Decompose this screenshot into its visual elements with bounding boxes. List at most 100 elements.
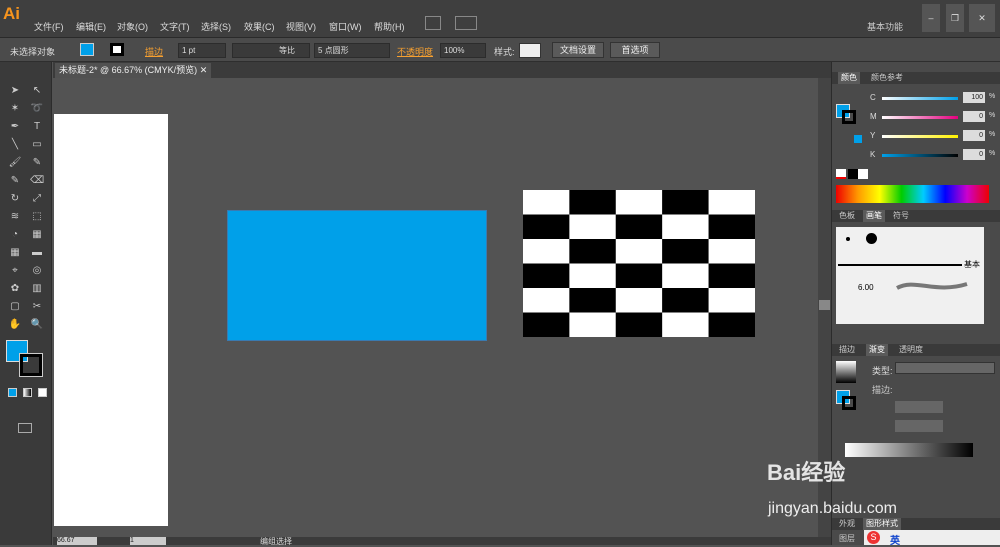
rectangle-tool-icon[interactable]: ▭: [30, 138, 44, 152]
menu-item-6[interactable]: 视图(V): [286, 20, 316, 33]
blob-brush-tool-icon[interactable]: ✎: [8, 174, 22, 188]
tab-color[interactable]: 颜色: [838, 72, 860, 84]
gradient-preview[interactable]: [836, 361, 856, 383]
fill-swatch[interactable]: [80, 43, 94, 56]
rotate-tool-icon[interactable]: ↻: [8, 192, 22, 206]
artboard[interactable]: [54, 114, 168, 526]
menu-item-1[interactable]: 编辑(E): [76, 20, 106, 33]
channel-Y-slider[interactable]: [882, 135, 958, 138]
shape-builder-tool-icon[interactable]: ◔: [8, 228, 22, 242]
gradient-stroke-swatch[interactable]: [842, 396, 856, 410]
menu-item-4[interactable]: 选择(S): [201, 20, 231, 33]
stroke-profile-select[interactable]: 等比: [232, 43, 310, 58]
stroke-weight-field[interactable]: 1 pt: [178, 43, 226, 58]
zoom-tool-icon[interactable]: 🔍: [30, 318, 44, 332]
menu-item-7[interactable]: 窗口(W): [329, 20, 362, 33]
slice-tool-icon[interactable]: ✂: [30, 300, 44, 314]
hand-tool-icon[interactable]: ✋: [8, 318, 22, 332]
tab-layers[interactable]: 图层: [836, 533, 858, 545]
pen-tool-icon[interactable]: ✒: [8, 120, 22, 134]
basic-brush-stroke[interactable]: [838, 264, 962, 266]
workspace-switcher[interactable]: 基本功能: [867, 20, 903, 33]
stroke-label[interactable]: 描边: [145, 45, 163, 58]
graphic-style-swatch[interactable]: [519, 43, 541, 58]
gradient-slider[interactable]: [845, 443, 973, 457]
stroke-color-box[interactable]: [19, 353, 43, 377]
bridge-icon[interactable]: [425, 16, 441, 30]
gradient-mode-icon[interactable]: [23, 388, 32, 397]
tab-transparency[interactable]: 透明度: [896, 344, 926, 356]
tab-swatches[interactable]: 色板: [836, 210, 858, 222]
scale-tool-icon[interactable]: ⤢: [30, 192, 44, 206]
checkerboard-pattern[interactable]: [523, 190, 755, 337]
white-swatch[interactable]: [858, 169, 868, 179]
menu-item-0[interactable]: 文件(F): [34, 20, 64, 33]
tab-gradient[interactable]: 渐变: [866, 344, 888, 356]
tab-appearance[interactable]: 外观: [836, 518, 858, 530]
close-button[interactable]: ✕: [969, 4, 995, 32]
blue-rectangle[interactable]: [227, 210, 487, 341]
pencil-tool-icon[interactable]: ✎: [30, 156, 44, 170]
channel-Y-value[interactable]: 0: [963, 130, 985, 141]
document-tab[interactable]: 未标题-2* @ 66.67% (CMYK/预览) ✕: [55, 63, 212, 78]
brush-dot-small[interactable]: [846, 237, 850, 241]
minimize-button[interactable]: –: [922, 4, 940, 32]
column-graph-tool-icon[interactable]: ▥: [30, 282, 44, 296]
color-spectrum[interactable]: [836, 185, 989, 203]
color-mode-icon[interactable]: [8, 388, 17, 397]
brush-dot-large[interactable]: [866, 233, 877, 244]
brush-select[interactable]: 5 点圆形: [314, 43, 390, 58]
width-tool-icon[interactable]: ≋: [8, 210, 22, 224]
type-tool-icon[interactable]: T: [30, 120, 44, 134]
magic-wand-tool-icon[interactable]: ✶: [8, 102, 22, 116]
channel-C-slider[interactable]: [882, 97, 958, 100]
artboard-nav-field[interactable]: 1: [130, 537, 166, 545]
channel-M-slider[interactable]: [882, 116, 958, 119]
close-tab-icon[interactable]: ✕: [200, 65, 208, 75]
document-setup-button[interactable]: 文档设置: [552, 42, 604, 58]
blend-tool-icon[interactable]: ◎: [30, 264, 44, 278]
screen-mode-icon[interactable]: [18, 423, 32, 433]
gradient-tool-icon[interactable]: ▬: [30, 246, 44, 260]
stroke-swatch[interactable]: [110, 43, 124, 56]
gradient-angle-field[interactable]: [895, 401, 943, 413]
out-of-gamut-swatch[interactable]: [854, 135, 862, 143]
arrange-docs-icon[interactable]: [455, 16, 477, 30]
lasso-tool-icon[interactable]: ➰: [30, 102, 44, 116]
menu-item-8[interactable]: 帮助(H): [374, 20, 405, 33]
tab-stroke[interactable]: 描边: [836, 344, 858, 356]
zoom-field[interactable]: 66.67: [57, 537, 97, 545]
tab-symbols[interactable]: 符号: [890, 210, 912, 222]
preferences-button[interactable]: 首选项: [610, 42, 660, 58]
perspective-grid-tool-icon[interactable]: ▦: [30, 228, 44, 242]
tab-graphic-styles[interactable]: 图形样式: [863, 518, 901, 530]
black-swatch[interactable]: [848, 169, 858, 179]
brush-library[interactable]: [836, 227, 984, 324]
artboard-tool-icon[interactable]: ▢: [8, 300, 22, 314]
calligraphic-brush-stroke[interactable]: [895, 278, 970, 294]
gradient-aspect-field[interactable]: [895, 420, 943, 432]
selection-tool-icon[interactable]: ➤: [8, 84, 22, 98]
opacity-label[interactable]: 不透明度: [397, 45, 433, 58]
opacity-field[interactable]: 100%: [440, 43, 486, 58]
tab-color-guide[interactable]: 颜色参考: [868, 72, 906, 84]
symbol-sprayer-tool-icon[interactable]: ✿: [8, 282, 22, 296]
none-color-swatch[interactable]: [836, 169, 846, 179]
gradient-type-select[interactable]: [895, 362, 995, 374]
channel-K-value[interactable]: 0: [963, 149, 985, 160]
channel-M-value[interactable]: 0: [963, 111, 985, 122]
eraser-tool-icon[interactable]: ⌫: [30, 174, 44, 188]
channel-K-slider[interactable]: [882, 154, 958, 157]
tab-brushes[interactable]: 画笔: [863, 210, 885, 222]
direct-selection-tool-icon[interactable]: ↖: [30, 84, 44, 98]
sogou-icon[interactable]: S: [867, 531, 880, 544]
mesh-tool-icon[interactable]: ▦: [8, 246, 22, 260]
menu-item-5[interactable]: 效果(C): [244, 20, 275, 33]
free-transform-tool-icon[interactable]: ⬚: [30, 210, 44, 224]
panel-stroke-swatch[interactable]: [842, 110, 856, 124]
menu-item-3[interactable]: 文字(T): [160, 20, 190, 33]
channel-C-value[interactable]: 100: [963, 92, 985, 103]
paintbrush-tool-icon[interactable]: 🖌: [8, 156, 22, 170]
line-segment-tool-icon[interactable]: ╲: [8, 138, 22, 152]
menu-item-2[interactable]: 对象(O): [117, 20, 148, 33]
